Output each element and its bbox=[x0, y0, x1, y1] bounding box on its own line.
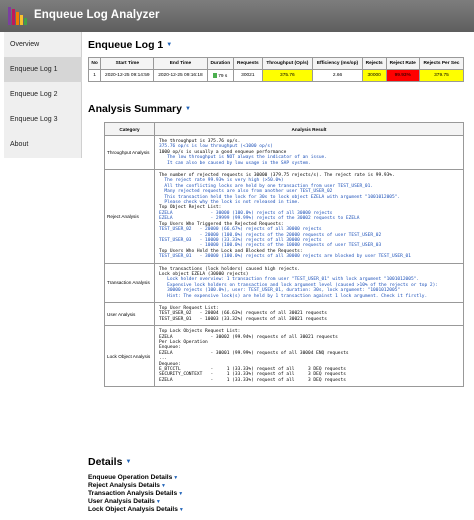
analysis-result: The transactions (lock holders) caused h… bbox=[154, 262, 464, 303]
cell-duration: 79 s bbox=[206, 69, 235, 82]
link-label: User Analysis Details bbox=[88, 498, 155, 505]
sidebar-item-enqueue-log-2[interactable]: Enqueue Log 2 bbox=[4, 82, 82, 107]
result-line: TEST_USER_01 - 30000 (100.0%) rejects of… bbox=[159, 254, 411, 260]
col-header: Analysis Result bbox=[154, 122, 464, 136]
details-title: Details bbox=[88, 456, 123, 468]
col-header: Throughput (Op/s) bbox=[261, 57, 314, 70]
summary-section-title[interactable]: Analysis Summary ▼ bbox=[88, 103, 191, 115]
cell-start-time: 2020-12-25 09:14:59 bbox=[100, 69, 155, 82]
category-label: User Analysis bbox=[104, 301, 155, 327]
chevron-down-icon: ▼ bbox=[178, 491, 184, 497]
app-header: Enqueue Log Analyzer bbox=[0, 0, 474, 32]
table-row: Transaction Analysis The transactions (l… bbox=[104, 262, 464, 303]
result-line: Hint: The expensive lock(s) are held by … bbox=[159, 293, 428, 299]
col-header: Efficiency (ms/op) bbox=[312, 57, 363, 70]
app-logo-icon bbox=[8, 7, 27, 25]
chevron-down-icon: ▼ bbox=[155, 499, 161, 505]
cell-throughput: 375.76 bbox=[261, 69, 314, 82]
result-line: EZELA - 1 (33.33%) request of all 3 DEQ … bbox=[159, 377, 346, 383]
sidebar-item-about[interactable]: About bbox=[4, 132, 82, 157]
chevron-down-icon[interactable]: ▼ bbox=[125, 459, 131, 465]
duration-value: 79 s bbox=[218, 73, 228, 79]
chevron-down-icon[interactable]: ▼ bbox=[166, 42, 172, 48]
log-section-title[interactable]: Enqueue Log 1 ▼ bbox=[88, 39, 172, 51]
cell-rejects: 30000 bbox=[361, 69, 387, 82]
category-label: Throughput Analysis bbox=[104, 134, 155, 171]
bar-icon bbox=[213, 72, 218, 78]
col-header: Rejects Per Sec bbox=[418, 57, 465, 70]
col-header: End Time bbox=[153, 57, 208, 70]
link-label: Enqueue Operation Details bbox=[88, 474, 173, 481]
table-row: Throughput Analysis The throughput is 37… bbox=[104, 134, 464, 171]
chevron-down-icon: ▼ bbox=[173, 475, 179, 481]
link-user-analysis-details[interactable]: User Analysis Details▼ bbox=[88, 498, 184, 506]
col-header: Rejects bbox=[361, 57, 387, 70]
table-row: User Analysis Top User Request List: TES… bbox=[104, 301, 464, 327]
cell-requests: 30021 bbox=[233, 69, 263, 82]
sidebar-item-overview[interactable]: Overview bbox=[4, 32, 82, 57]
link-enqueue-operation-details[interactable]: Enqueue Operation Details▼ bbox=[88, 474, 184, 482]
analysis-result: Top User Request List: TEST_USER_02 - 20… bbox=[154, 301, 464, 327]
cell-reject-rate: 99.93% bbox=[385, 69, 420, 82]
category-label: Reject Analysis bbox=[104, 169, 155, 264]
result-line: Lock holder overview: 1 transaction from… bbox=[159, 277, 420, 283]
sidebar-item-enqueue-log-3[interactable]: Enqueue Log 3 bbox=[4, 107, 82, 132]
summary-table: Category Analysis Result Throughput Anal… bbox=[104, 122, 464, 388]
link-label: Lock Object Analysis Details bbox=[88, 506, 178, 513]
table-row: Lock Object Analysis Top Lock Objects Re… bbox=[104, 325, 464, 388]
col-header: Duration bbox=[206, 57, 235, 70]
category-label: Lock Object Analysis bbox=[104, 325, 155, 388]
col-header: No bbox=[87, 57, 102, 70]
result-line: It can also be caused by low usage in th… bbox=[159, 160, 311, 166]
cell-rejects-per-sec: 379.75 bbox=[418, 69, 465, 82]
col-header: Reject Rate bbox=[385, 57, 420, 70]
table-row: Reject Analysis The number of rejected r… bbox=[104, 169, 464, 264]
log-table-header-row: No Start Time End Time Duration Requests… bbox=[87, 57, 465, 70]
result-line: TEST_USER_01 - 10003 (33.32%) requests o… bbox=[159, 316, 327, 322]
details-section-title[interactable]: Details ▼ bbox=[88, 456, 131, 468]
log-table: No Start Time End Time Duration Requests… bbox=[87, 57, 465, 82]
link-label: Reject Analysis Details bbox=[88, 482, 160, 489]
table-row: 1 2020-12-25 09:14:59 2020-12-25 09:16:1… bbox=[87, 69, 465, 82]
analysis-result: Top Lock Objects Request List: EZELA - 3… bbox=[154, 325, 464, 388]
category-label: Transaction Analysis bbox=[104, 262, 155, 303]
summary-header-row: Category Analysis Result bbox=[104, 122, 464, 136]
link-reject-analysis-details[interactable]: Reject Analysis Details▼ bbox=[88, 482, 184, 490]
chevron-down-icon: ▼ bbox=[178, 507, 184, 513]
sidebar: Overview Enqueue Log 1 Enqueue Log 2 Enq… bbox=[4, 32, 82, 158]
col-header: Requests bbox=[233, 57, 263, 70]
col-header: Category bbox=[104, 122, 155, 136]
summary-title: Analysis Summary bbox=[88, 103, 182, 115]
sidebar-item-enqueue-log-1[interactable]: Enqueue Log 1 bbox=[4, 57, 82, 82]
log-title: Enqueue Log 1 bbox=[88, 39, 164, 51]
chevron-down-icon: ▼ bbox=[160, 483, 166, 489]
chevron-down-icon[interactable]: ▼ bbox=[185, 106, 191, 112]
cell-efficiency: 2.66 bbox=[312, 69, 363, 82]
analysis-result: The throughput is 375.76 op/s. 375.76 op… bbox=[154, 134, 464, 171]
cell-no: 1 bbox=[87, 69, 102, 82]
link-label: Transaction Analysis Details bbox=[88, 490, 178, 497]
col-header: Start Time bbox=[100, 57, 155, 70]
link-transaction-analysis-details[interactable]: Transaction Analysis Details▼ bbox=[88, 490, 184, 498]
analysis-result: The number of rejected requests is 30000… bbox=[154, 169, 464, 264]
details-links: Enqueue Operation Details▼ Reject Analys… bbox=[88, 474, 184, 514]
cell-end-time: 2020-12-25 09:16:18 bbox=[153, 69, 208, 82]
link-lock-object-analysis-details[interactable]: Lock Object Analysis Details▼ bbox=[88, 506, 184, 514]
app-title: Enqueue Log Analyzer bbox=[34, 9, 160, 21]
